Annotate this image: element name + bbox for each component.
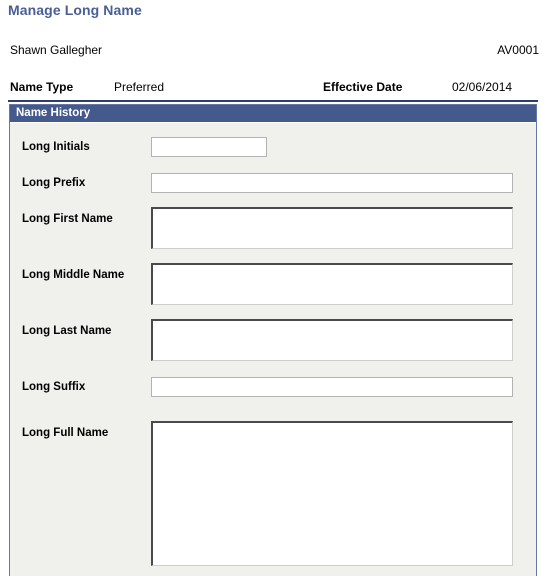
field-row-long-first-name: Long First Name (10, 207, 536, 251)
field-row-long-last-name: Long Last Name (10, 319, 536, 363)
person-name: Shawn Gallegher (10, 43, 103, 57)
effective-date-label: Effective Date (323, 80, 403, 94)
name-type-value: Preferred (114, 80, 165, 94)
long-middle-name-label: Long Middle Name (22, 269, 125, 281)
name-history-header: Name History (10, 105, 536, 122)
long-prefix-input[interactable] (151, 173, 513, 193)
name-history-body: Long Initials Long Prefix Long First Nam… (10, 122, 536, 576)
field-row-long-full-name: Long Full Name (10, 421, 536, 567)
name-history-groupbox: Name History Long Initials Long Prefix L… (9, 104, 537, 576)
long-last-name-label: Long Last Name (22, 325, 112, 337)
page-title: Manage Long Name (8, 2, 142, 18)
effective-date-value: 02/06/2014 (452, 80, 513, 94)
identity-row: Shawn Gallegher AV0001 (0, 43, 550, 61)
long-suffix-label: Long Suffix (22, 381, 86, 393)
long-suffix-input[interactable] (151, 377, 513, 397)
field-row-long-initials: Long Initials (10, 137, 536, 159)
name-type-effective-date-row: Name Type Preferred Effective Date 02/06… (0, 80, 550, 98)
long-first-name-label: Long First Name (22, 213, 113, 225)
long-last-name-input[interactable] (151, 319, 513, 361)
field-row-long-prefix: Long Prefix (10, 173, 536, 195)
header-divider (8, 100, 538, 102)
field-row-long-middle-name: Long Middle Name (10, 263, 536, 307)
name-type-label: Name Type (10, 80, 74, 94)
person-id: AV0001 (497, 43, 539, 57)
field-row-long-suffix: Long Suffix (10, 377, 536, 399)
long-middle-name-input[interactable] (151, 263, 513, 305)
long-first-name-input[interactable] (151, 207, 513, 249)
long-prefix-label: Long Prefix (22, 177, 86, 189)
long-initials-label: Long Initials (22, 141, 90, 153)
long-initials-input[interactable] (151, 137, 267, 157)
long-full-name-label: Long Full Name (22, 427, 109, 439)
long-full-name-input[interactable] (151, 421, 513, 566)
